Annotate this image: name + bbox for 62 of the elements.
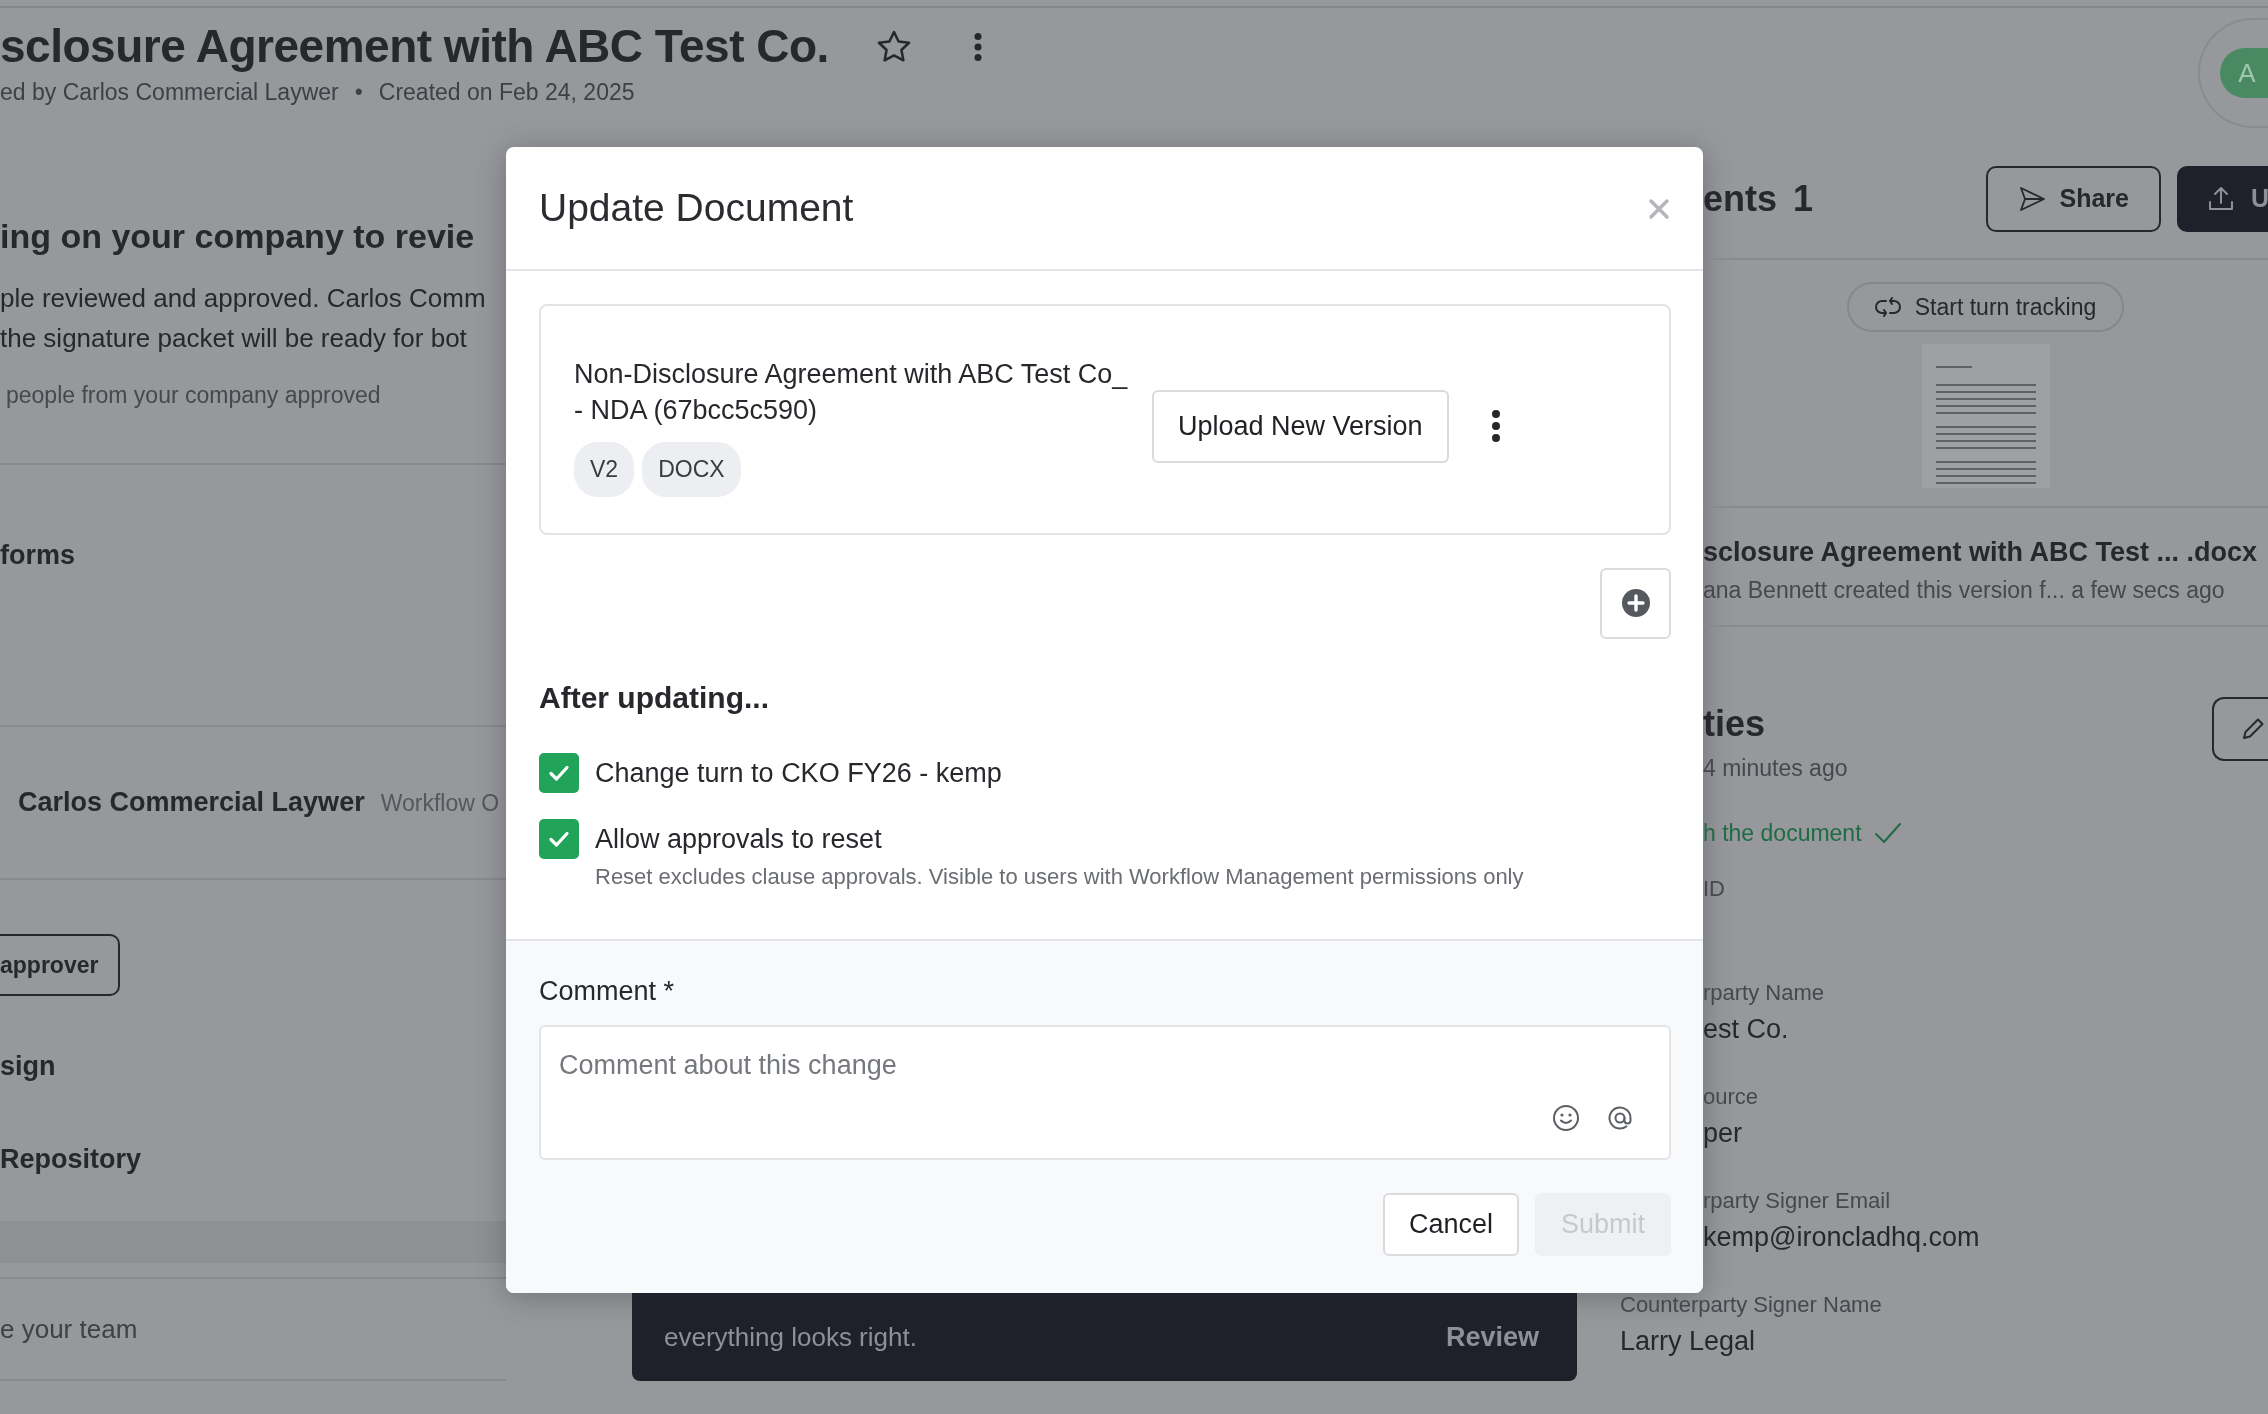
person-name: Carlos Commercial Laywer [18,786,365,819]
share-button[interactable]: Share [1985,166,2161,232]
field-value: Larry Legal [1620,1325,1757,1358]
close-icon [1648,197,1670,220]
edit-button[interactable] [2212,697,2268,761]
field-value: per [1703,1117,1744,1150]
field-value: kemp@ironcladhq.com [1703,1221,1981,1254]
tag: DOCX [642,442,741,497]
checkbox[interactable] [539,819,579,860]
more-options-icon[interactable] [1490,409,1501,444]
field-label: rparty Signer Email [1703,1187,1892,1215]
message-field[interactable]: e your team [0,1309,506,1349]
field-label: Comment * [539,974,676,1008]
add-button[interactable] [1600,567,1671,639]
smiley-icon[interactable] [1551,1103,1581,1133]
document-thumbnail[interactable] [1921,344,2050,488]
file-name: Non-Disclosure Agreement with ABC Test Co_ - NDA (67bcc5c590) [574,358,1129,427]
section-title: forms [0,538,76,572]
upload-button[interactable]: U [2177,166,2268,232]
modal-title: Update Document [539,184,854,231]
version-info: ana Bennett created this version f... a few secs ago [1703,575,2226,605]
field-label: rparty Name [1703,979,1826,1007]
created-date: Created on Feb 24, 2025 [378,78,635,107]
role-text: Workflow O [380,789,500,818]
toast-message: everything looks right. [664,1320,917,1354]
approval-status: people from your company approved [5,381,382,410]
sync-status: h the document [1703,815,2268,850]
send-icon [2017,184,2046,213]
check-icon [1873,820,1902,845]
section-title: sign [0,1050,57,1083]
option-label: Change turn to CKO FY26 - kemp [595,756,1002,790]
avatar: A [2220,48,2268,98]
approver-button[interactable]: approver [0,933,121,996]
panel-heading: ents [1703,176,1778,221]
upload-version-button[interactable]: Upload New Version [1152,390,1449,463]
field-label: Counterparty Signer Name [1620,1291,1883,1319]
review-button[interactable]: Review [1439,1315,1545,1359]
field-label: ID [1703,875,1726,903]
comment-field[interactable]: Comment about this change [539,1025,1671,1160]
body-text: ple reviewed and approved. Carlos Comm [0,282,487,315]
panel-heading: ties [1703,702,1767,746]
tag: V2 [574,442,635,497]
section-heading: ing on your company to revie [0,216,476,257]
option-hint: Reset excludes clause approvals. Visible to users with Workflow Management permissions only [595,862,1525,891]
option-label: Allow approvals to reset [595,823,882,856]
field-label: ource [1703,1083,1760,1111]
loop-icon [1874,296,1901,317]
plus-circle-icon [1620,588,1651,618]
file-name[interactable]: sclosure Agreement with ABC Test ... .docx [1703,532,2268,573]
section-title: Repository [0,1142,143,1176]
author-text: ed by Carlos Commercial Laywer [0,78,339,107]
updated-time: 4 minutes ago [1703,754,1848,783]
field-value: est Co. [1703,1013,1790,1046]
checkbox[interactable] [539,752,579,793]
upload-icon [2207,184,2235,213]
cancel-button[interactable]: Cancel [1382,1193,1519,1256]
turn-tracking-button[interactable]: Start turn tracking [1846,281,2125,332]
count-text: 1 [1793,176,1814,221]
options-heading: After updating... [539,679,770,716]
body-text: the signature packet will be ready for bot [0,322,468,355]
document-title: sclosure Agreement with ABC Test Co. [0,19,829,74]
separator-dot: • [354,78,363,107]
